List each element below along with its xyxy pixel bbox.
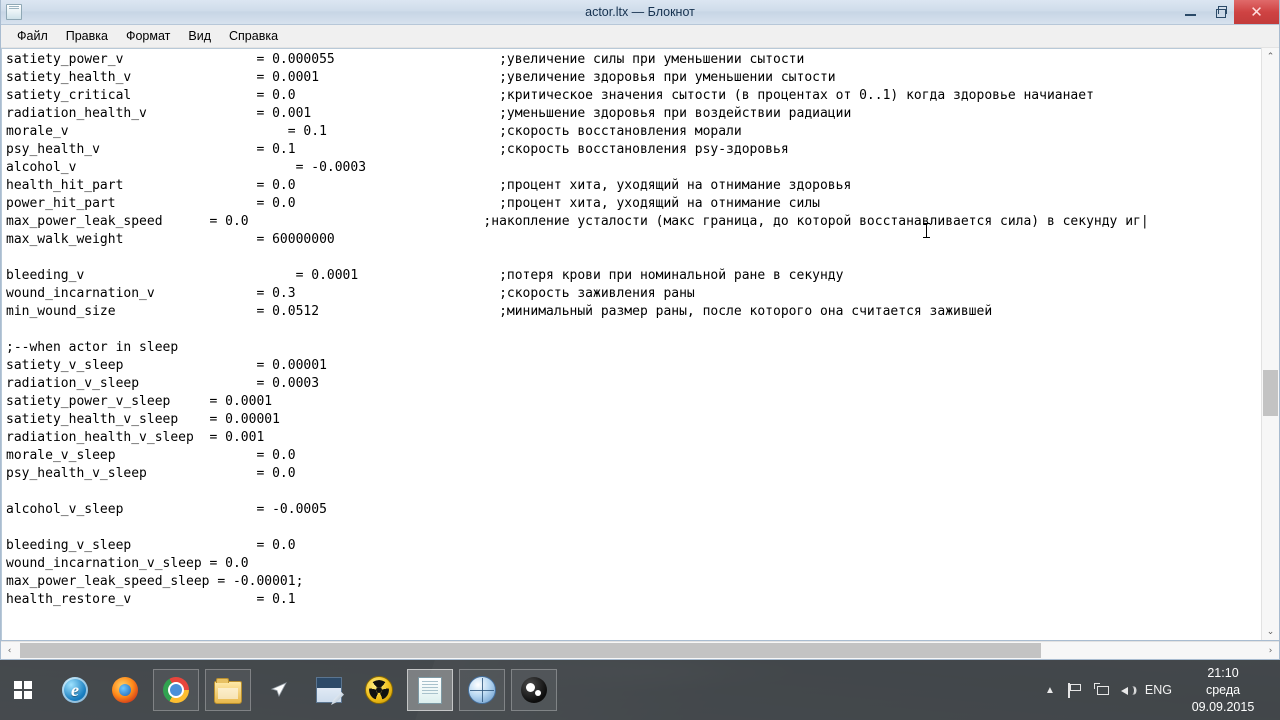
notepad-icon (418, 676, 442, 704)
taskbar-item-browser[interactable] (459, 669, 505, 711)
menu-item-format[interactable]: Формат (117, 27, 179, 45)
taskbar-item-chrome[interactable] (153, 669, 199, 711)
action-center-flag-icon[interactable] (1063, 660, 1089, 720)
editor-region: satiety_power_v = 0.000055 ;увеличение с… (1, 48, 1279, 641)
menu-item-file[interactable]: Файл (8, 27, 57, 45)
editor-content[interactable]: satiety_power_v = 0.000055 ;увеличение с… (2, 49, 1261, 609)
scroll-down-button[interactable]: ⌄ (1262, 623, 1279, 640)
windows-logo-icon (14, 681, 32, 699)
speaker-icon[interactable] (1115, 660, 1141, 720)
scroll-left-button[interactable]: ‹ (1, 642, 18, 659)
radiation-icon (365, 676, 393, 704)
restore-button[interactable] (1205, 0, 1234, 24)
taskbar-item-file-explorer[interactable] (205, 669, 251, 711)
title-bar[interactable]: actor.ltx — Блокнот ✕ (1, 0, 1279, 25)
taskbar-items (46, 660, 560, 720)
cursor-arrow-icon (270, 682, 287, 697)
taskbar-item-steam[interactable] (511, 669, 557, 711)
show-hidden-icons-icon[interactable]: ▲ (1037, 660, 1063, 720)
menu-item-help[interactable]: Справка (220, 27, 287, 45)
steam-icon (521, 677, 547, 703)
network-icon[interactable] (1089, 660, 1115, 720)
notepad-document-icon (6, 4, 22, 20)
minimize-button[interactable] (1176, 0, 1205, 24)
language-indicator[interactable]: ENG (1141, 683, 1182, 697)
menu-bar: Файл Правка Формат Вид Справка (1, 25, 1279, 48)
window-controls: ✕ (1176, 0, 1279, 24)
clock-time: 21:10 (1207, 665, 1239, 680)
vertical-scrollbar[interactable]: ⌃ ⌄ (1261, 48, 1279, 640)
minimize-icon (1185, 14, 1196, 16)
start-button[interactable] (0, 660, 46, 720)
notepad-window: actor.ltx — Блокнот ✕ Файл Правка Формат… (0, 0, 1280, 660)
taskbar-item-editor[interactable] (307, 670, 351, 710)
folder-icon (214, 677, 242, 704)
taskbar: ▲ ENG 21:10 среда 09.09.2015 (0, 660, 1280, 720)
menu-item-edit[interactable]: Правка (57, 27, 117, 45)
globe-icon (468, 676, 496, 704)
restore-icon (1215, 5, 1227, 18)
clock-date: 09.09.2015 (1191, 699, 1255, 714)
clock[interactable]: 21:10 среда 09.09.2015 (1182, 665, 1274, 716)
chrome-icon (163, 677, 189, 703)
scroll-up-button[interactable]: ⌃ (1262, 48, 1279, 65)
clock-weekday: среда (1205, 682, 1241, 697)
firefox-icon (112, 677, 138, 703)
editor-icon (316, 677, 342, 703)
taskbar-item-stalker[interactable] (357, 670, 401, 710)
vertical-scroll-thumb[interactable] (1263, 370, 1278, 416)
taskbar-item-notepad[interactable] (407, 669, 453, 711)
close-icon: ✕ (1250, 2, 1263, 21)
horizontal-scrollbar[interactable]: ‹ › (1, 641, 1279, 659)
horizontal-scroll-track[interactable] (18, 642, 1262, 659)
window-title: actor.ltx — Блокнот (585, 5, 695, 19)
internet-explorer-icon (62, 677, 88, 703)
vertical-scroll-track[interactable] (1262, 65, 1279, 623)
text-cursor-ibeam (923, 223, 930, 238)
taskbar-item-internet-explorer[interactable] (53, 670, 97, 710)
system-tray: ▲ ENG 21:10 среда 09.09.2015 (1037, 660, 1280, 720)
horizontal-scroll-thumb[interactable] (20, 643, 1041, 658)
menu-item-view[interactable]: Вид (179, 27, 220, 45)
scroll-right-button[interactable]: › (1262, 642, 1279, 659)
close-button[interactable]: ✕ (1234, 0, 1279, 24)
desktop: actor.ltx — Блокнот ✕ Файл Правка Формат… (0, 0, 1280, 720)
taskbar-item-firefox[interactable] (103, 670, 147, 710)
text-area[interactable]: satiety_power_v = 0.000055 ;увеличение с… (1, 48, 1261, 640)
taskbar-item-cursor-app[interactable] (257, 670, 301, 710)
